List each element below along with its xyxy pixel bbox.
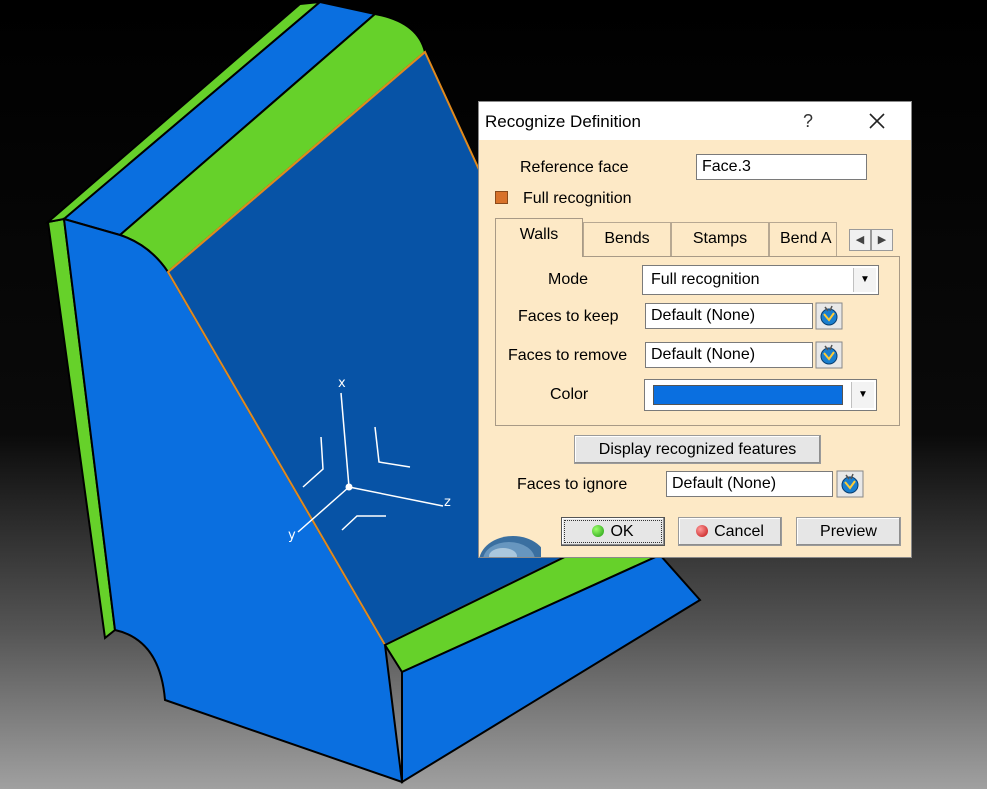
red-status-icon	[696, 525, 709, 537]
globe-decoration-icon	[479, 536, 541, 557]
cancel-button[interactable]: Cancel	[678, 517, 782, 546]
mode-select[interactable]: Full recognition ▼	[642, 265, 879, 295]
color-select[interactable]: ▼	[644, 379, 877, 411]
close-button[interactable]	[859, 107, 895, 135]
help-button[interactable]: ?	[793, 109, 823, 133]
face-selection-icon[interactable]	[836, 470, 864, 498]
axis-origin	[345, 483, 353, 491]
faces-to-remove-label: Faces to remove	[508, 347, 628, 364]
tab-bends[interactable]: Bends	[583, 222, 671, 256]
tab-scroll-right[interactable]: ▶	[871, 229, 893, 251]
faces-to-ignore-field[interactable]: Default (None)	[666, 471, 833, 497]
reference-face-label: Reference face	[520, 159, 629, 176]
chevron-down-icon: ▼	[851, 382, 874, 408]
axis-x-label: x	[338, 376, 346, 391]
cancel-label: Cancel	[714, 523, 764, 540]
axis-y-label: y	[288, 528, 296, 543]
reference-face-field[interactable]: Face.3	[696, 154, 867, 180]
chevron-down-icon: ▼	[853, 268, 876, 292]
color-label: Color	[550, 386, 589, 403]
dialog-titlebar[interactable]: Recognize Definition ?	[479, 102, 911, 140]
faces-to-ignore-label: Faces to ignore	[517, 476, 628, 493]
color-swatch	[653, 385, 843, 405]
green-status-icon	[592, 525, 605, 537]
preview-button[interactable]: Preview	[796, 517, 901, 546]
faces-to-keep-field[interactable]: Default (None)	[645, 303, 813, 329]
arrow-right-icon: ▶	[877, 234, 887, 246]
mode-label: Mode	[548, 271, 589, 288]
face-selection-icon[interactable]	[815, 341, 843, 369]
recognize-definition-dialog: Recognize Definition ? Reference face Fa…	[478, 101, 912, 558]
ok-label: OK	[610, 523, 634, 540]
full-recognition-checkbox[interactable]	[495, 191, 508, 204]
mode-value: Full recognition	[651, 271, 760, 288]
faces-to-keep-label: Faces to keep	[518, 308, 619, 325]
full-recognition-label: Full recognition	[523, 190, 632, 207]
tab-stamps[interactable]: Stamps	[671, 222, 769, 256]
face-selection-icon[interactable]	[815, 302, 843, 330]
dialog-title: Recognize Definition	[485, 112, 641, 131]
display-recognized-features-button[interactable]: Display recognized features	[574, 435, 821, 464]
close-icon	[869, 113, 885, 129]
tab-bend-a[interactable]: Bend A	[769, 222, 837, 256]
tab-walls[interactable]: Walls	[495, 218, 583, 257]
ok-button[interactable]: OK	[561, 517, 665, 546]
axis-z-label: z	[444, 495, 451, 510]
arrow-left-icon: ◀	[855, 234, 865, 246]
faces-to-remove-field[interactable]: Default (None)	[645, 342, 813, 368]
tab-scroll-left[interactable]: ◀	[849, 229, 871, 251]
